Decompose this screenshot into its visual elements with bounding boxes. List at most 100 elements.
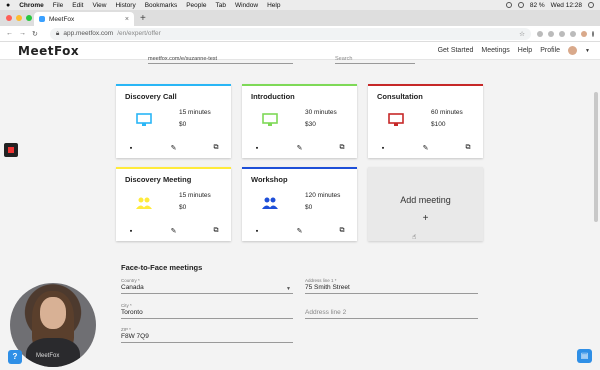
macos-menu-bar: ● Chrome File Edit View History Bookmark…: [0, 0, 600, 10]
nav-profile[interactable]: Profile: [540, 47, 560, 54]
edit-icon[interactable]: ✎: [422, 144, 430, 152]
tab-close-icon[interactable]: ×: [125, 16, 129, 23]
meeting-card-workshop[interactable]: Workshop 120 minutes $0 ▪ ✎ ⧉: [242, 167, 357, 241]
meeting-card-introduction[interactable]: Introduction 30 minutes $30 ▪ ✎ ⧉: [242, 84, 357, 158]
delete-icon[interactable]: ▪: [127, 227, 135, 235]
copy-icon[interactable]: ⧉: [464, 144, 472, 152]
menu-people[interactable]: People: [186, 2, 206, 9]
menu-app-name[interactable]: Chrome: [19, 2, 44, 9]
card-actions: ▪ ✎ ⧉: [116, 227, 231, 235]
copy-icon[interactable]: ⧉: [212, 227, 220, 235]
menu-view[interactable]: View: [92, 2, 106, 9]
add-meeting-label: Add meeting: [400, 195, 451, 205]
meeting-card-consultation[interactable]: Consultation 60 minutes $100 ▪ ✎ ⧉: [368, 84, 483, 158]
status-icon[interactable]: [505, 2, 512, 8]
card-actions: ▪ ✎ ⧉: [242, 144, 357, 152]
zip-field[interactable]: ZIP * F8W 7Q9: [121, 327, 293, 343]
new-tab-button[interactable]: +: [140, 13, 146, 24]
card-title: Discovery Call: [125, 92, 177, 101]
extensions-area: [537, 30, 594, 37]
card-price: $30: [305, 121, 316, 128]
page-scrollbar[interactable]: [594, 92, 598, 222]
avatar[interactable]: [568, 46, 578, 55]
browser-tab-strip: MeetFox × +: [0, 10, 600, 26]
help-button[interactable]: ?: [8, 350, 22, 364]
maximize-window-icon[interactable]: [26, 15, 32, 21]
chevron-down-icon[interactable]: ▼: [585, 48, 590, 54]
menu-edit[interactable]: Edit: [72, 2, 83, 9]
menu-history[interactable]: History: [115, 2, 135, 9]
nav-meetings[interactable]: Meetings: [481, 47, 509, 54]
profile-link-row: meetfox.com/e/suzanne-test Search: [120, 56, 480, 66]
edit-icon[interactable]: ✎: [170, 227, 178, 235]
more-options-icon[interactable]: [592, 30, 594, 37]
wifi-icon[interactable]: [517, 2, 524, 8]
close-window-icon[interactable]: [6, 15, 12, 21]
search-icon[interactable]: [588, 2, 594, 8]
card-accent-bar: [368, 84, 483, 86]
reload-icon[interactable]: ↻: [32, 30, 38, 38]
card-accent-bar: [116, 84, 231, 86]
back-arrow-icon[interactable]: ←: [6, 30, 13, 37]
delete-icon[interactable]: ▪: [253, 227, 261, 235]
video-watermark: MeetFox: [36, 353, 60, 359]
stop-icon: [8, 147, 14, 153]
meetfox-logo[interactable]: MeetFox: [18, 44, 79, 58]
battery-text[interactable]: 82 %: [530, 2, 545, 9]
card-price: $0: [179, 121, 187, 128]
city-field[interactable]: City * Toronto: [121, 303, 293, 319]
add-meeting-button[interactable]: Add meeting +: [368, 167, 483, 241]
address-line-1-field[interactable]: Address line 1 * 75 Smith Street: [305, 278, 478, 294]
edit-icon[interactable]: ✎: [296, 227, 304, 235]
menu-tab[interactable]: Tab: [215, 2, 225, 9]
zip-label: ZIP *: [121, 327, 131, 332]
city-value: Toronto: [121, 309, 293, 319]
nav-get-started[interactable]: Get Started: [438, 47, 474, 54]
record-stop-button[interactable]: [4, 143, 18, 157]
card-actions: ▪ ✎ ⧉: [242, 227, 357, 235]
extension-icon[interactable]: [548, 30, 554, 37]
minimize-window-icon[interactable]: [16, 15, 22, 21]
country-select[interactable]: Country * Canada ▼: [121, 278, 293, 294]
copy-icon[interactable]: ⧉: [338, 144, 346, 152]
bookmark-star-icon[interactable]: ☆: [519, 30, 525, 38]
menu-bookmarks[interactable]: Bookmarks: [145, 2, 178, 9]
menu-file[interactable]: File: [53, 2, 63, 9]
delete-icon[interactable]: ▪: [379, 144, 387, 152]
browser-tab[interactable]: MeetFox ×: [34, 12, 134, 26]
nav-help[interactable]: Help: [518, 47, 532, 54]
chevron-down-icon: ▼: [286, 286, 291, 292]
people-icon: [136, 197, 152, 209]
meeting-card-discovery-call[interactable]: Discovery Call 15 minutes $0 ▪ ✎ ⧉: [116, 84, 231, 158]
forward-arrow-icon[interactable]: →: [19, 30, 26, 37]
delete-icon[interactable]: ▪: [127, 144, 135, 152]
menu-help[interactable]: Help: [267, 2, 280, 9]
country-value: Canada: [121, 284, 293, 294]
card-accent-bar: [242, 84, 357, 86]
copy-icon[interactable]: ⧉: [338, 227, 346, 235]
card-accent-bar: [242, 167, 357, 169]
delete-icon[interactable]: ▪: [253, 144, 261, 152]
extension-icon[interactable]: [570, 30, 576, 37]
extension-icon[interactable]: [537, 30, 543, 37]
extension-icon[interactable]: [559, 30, 565, 37]
chat-button[interactable]: ▤: [577, 349, 592, 363]
card-title: Introduction: [251, 92, 295, 101]
card-price: $0: [305, 204, 313, 211]
menu-window[interactable]: Window: [235, 2, 258, 9]
address-line-2-field[interactable]: Address line 2: [305, 303, 478, 319]
url-bar[interactable]: 🔒︎ app.meetfox.com/en/expert/offer ☆: [49, 27, 531, 40]
zip-value: F8W 7Q9: [121, 333, 293, 343]
edit-icon[interactable]: ✎: [296, 144, 304, 152]
profile-link-field[interactable]: meetfox.com/e/suzanne-test: [148, 56, 293, 64]
search-field[interactable]: Search: [335, 56, 415, 64]
edit-icon[interactable]: ✎: [170, 144, 178, 152]
meeting-card-discovery-meeting[interactable]: Discovery Meeting 15 minutes $0 ▪ ✎ ⧉: [116, 167, 231, 241]
card-title: Consultation: [377, 92, 423, 101]
copy-icon[interactable]: ⧉: [212, 144, 220, 152]
apple-menu-icon[interactable]: ●: [6, 2, 10, 9]
clock-text[interactable]: Wed 12:28: [551, 2, 582, 9]
profile-avatar-icon[interactable]: [581, 30, 587, 37]
card-actions: ▪ ✎ ⧉: [116, 144, 231, 152]
card-accent-bar: [116, 167, 231, 169]
